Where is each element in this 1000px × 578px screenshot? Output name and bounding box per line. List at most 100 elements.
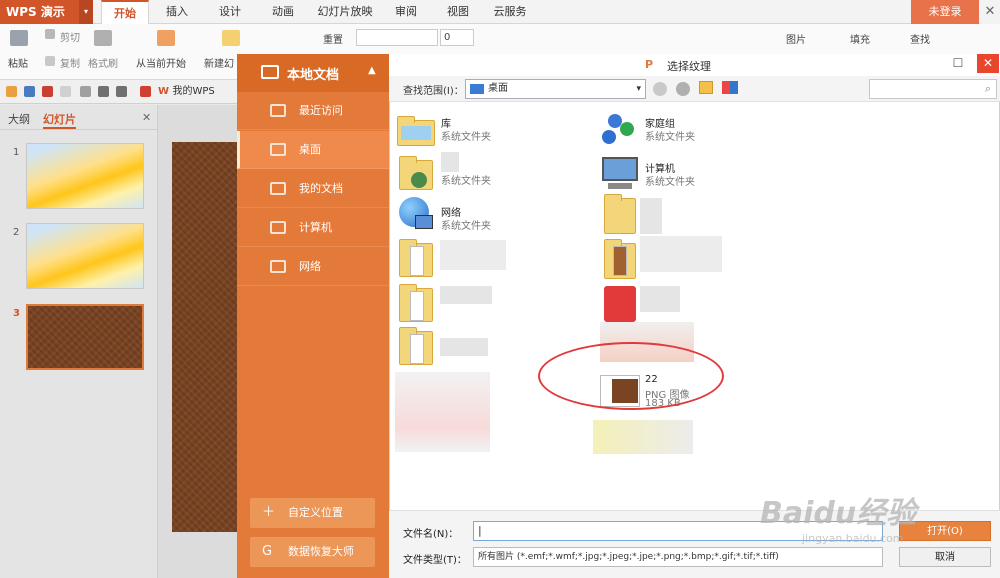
sidebar-item-desktop[interactable]: 桌面 — [237, 131, 389, 169]
highlight-ellipse — [538, 342, 724, 410]
plus-icon: ＋ — [262, 505, 276, 520]
folder-icon[interactable] — [399, 239, 433, 277]
file-item[interactable] — [397, 112, 437, 150]
sidebar-item-computer[interactable]: 计算机 — [237, 209, 389, 247]
red-app-icon[interactable] — [604, 286, 636, 322]
format-painter-button[interactable]: 格式刷 — [88, 55, 118, 70]
sidebar-item-documents[interactable]: 我的文档 — [237, 170, 389, 208]
filename-label: 文件名(N)： — [403, 529, 459, 540]
folder-doc — [410, 246, 424, 276]
panel-close-icon[interactable]: ✕ — [142, 111, 151, 124]
look-in-label: 查找范围(I)： — [403, 86, 464, 97]
cut-button[interactable]: 剪切 — [60, 29, 80, 44]
tab-animation[interactable]: 动画 — [263, 0, 303, 24]
folder-icon[interactable] — [399, 327, 433, 365]
window-close-icon[interactable]: ✕ — [980, 0, 1000, 24]
custom-location-button[interactable]: ＋ 自定义位置 — [250, 498, 375, 528]
tab-home[interactable]: 开始 — [101, 0, 149, 24]
file-item[interactable] — [600, 112, 640, 150]
pin-icon[interactable] — [140, 86, 151, 97]
maximize-icon[interactable]: ☐ — [948, 54, 968, 73]
slide-thumbnail-3[interactable] — [26, 304, 144, 370]
file-item[interactable] — [600, 155, 640, 193]
login-button[interactable]: 未登录 — [911, 0, 979, 24]
folder-doc — [410, 291, 424, 321]
copy-button[interactable]: 复制 — [60, 55, 80, 70]
up-folder-icon[interactable] — [676, 82, 690, 96]
play-from-current-icon[interactable] — [157, 30, 175, 46]
app-menu-button[interactable]: WPS 演示 ▾ — [0, 0, 93, 24]
blurred-name — [440, 338, 488, 356]
sidebar-item-recent[interactable]: 最近访问 — [237, 92, 389, 130]
file-type: 系统文件夹 — [441, 176, 491, 187]
network-monitor — [415, 215, 433, 229]
undo-icon[interactable] — [98, 86, 109, 97]
cut-icon[interactable] — [45, 29, 55, 39]
fill-button[interactable]: 填充 — [850, 31, 870, 46]
sidebar-item-label: 我的文档 — [299, 182, 343, 195]
reset-button[interactable]: 重置 — [323, 31, 343, 46]
pdf-icon[interactable] — [42, 86, 53, 97]
look-in-select[interactable]: 桌面 ▾ — [465, 79, 646, 99]
file-item[interactable] — [397, 195, 437, 233]
tab-cloud[interactable]: 云服务 — [488, 0, 532, 24]
format-painter-icon[interactable] — [94, 30, 112, 46]
app-dropdown-arrow-icon[interactable]: ▾ — [79, 0, 93, 24]
redo-icon[interactable] — [116, 86, 127, 97]
file-type: 系统文件夹 — [645, 132, 695, 143]
search-icon: ⌕ — [984, 82, 991, 95]
from-current-button[interactable]: 从当前开始 — [136, 55, 186, 70]
tab-design[interactable]: 设计 — [210, 0, 250, 24]
folder-icon[interactable] — [604, 239, 636, 279]
user-avatar-icon — [411, 172, 427, 188]
doc-tab[interactable]: W 我的WPS — [158, 82, 215, 102]
computer-icon — [602, 157, 638, 181]
blurred-name — [640, 198, 662, 234]
folder-icon[interactable] — [604, 194, 636, 234]
watermark-url: jingyan.baidu.com — [802, 532, 904, 545]
print-icon[interactable] — [60, 86, 71, 97]
back-icon[interactable] — [653, 82, 667, 96]
library-icon-detail — [401, 126, 431, 140]
sidebar-item-label: 网络 — [299, 260, 321, 273]
slide-canvas[interactable] — [172, 142, 238, 532]
collapse-icon[interactable]: ▲ — [368, 65, 376, 76]
tab-slideshow[interactable]: 幻灯片放映 — [314, 0, 376, 24]
tab-view[interactable]: 视图 — [438, 0, 478, 24]
monitor-icon — [261, 65, 279, 79]
find-button[interactable]: 查找 — [910, 31, 930, 46]
picture-button[interactable]: 图片 — [786, 31, 806, 46]
dialog-title: 选择纹理 — [667, 60, 711, 73]
search-input[interactable]: ⌕ — [869, 79, 997, 99]
new-folder-icon[interactable] — [699, 81, 713, 94]
paste-icon[interactable] — [10, 30, 28, 46]
preview-icon[interactable] — [80, 86, 91, 97]
folder-icon[interactable] — [399, 284, 433, 322]
slide-thumbnail-1[interactable] — [26, 143, 144, 209]
sidebar-item-label: 桌面 — [299, 143, 321, 156]
paste-button[interactable]: 粘贴 — [8, 55, 28, 70]
save-icon[interactable] — [24, 86, 35, 97]
computer-stand — [608, 183, 632, 189]
new-slide-button[interactable]: 新建幻 — [204, 55, 234, 70]
file-item[interactable] — [397, 152, 437, 190]
dialog-close-icon[interactable]: ✕ — [977, 54, 999, 73]
slide-thumbnail-2[interactable] — [26, 223, 144, 289]
font-size-select[interactable]: 0 — [440, 29, 474, 46]
tab-review[interactable]: 审阅 — [386, 0, 426, 24]
tab-insert[interactable]: 插入 — [157, 0, 197, 24]
chevron-down-icon: ▾ — [636, 84, 641, 94]
sidebar-item-network[interactable]: 网络 — [237, 248, 389, 286]
view-menu-icon[interactable] — [722, 81, 738, 94]
blurred-file — [593, 420, 693, 454]
app-name: WPS 演示 — [6, 5, 65, 19]
tab-slides[interactable]: 幻灯片 — [43, 111, 76, 129]
new-slide-icon[interactable] — [222, 30, 240, 46]
font-name-select[interactable] — [356, 29, 438, 46]
open-icon[interactable] — [6, 86, 17, 97]
copy-icon[interactable] — [45, 56, 55, 66]
desktop-icon — [270, 143, 286, 156]
sidebar-item-label: 最近访问 — [299, 104, 343, 117]
tab-outline[interactable]: 大纲 — [8, 111, 30, 127]
data-recovery-button[interactable]: G 数据恢复大师 — [250, 537, 375, 567]
